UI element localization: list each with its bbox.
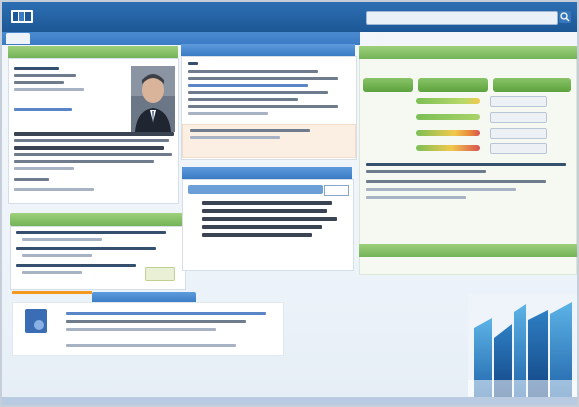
filter-dropdown[interactable] xyxy=(324,185,349,196)
list-item-meta xyxy=(22,271,82,274)
text-line xyxy=(366,163,566,166)
row-label xyxy=(366,98,414,104)
row-label xyxy=(366,114,414,120)
text-line xyxy=(14,178,49,181)
filter-bar[interactable] xyxy=(188,185,323,194)
row-button[interactable] xyxy=(490,128,547,139)
text-line xyxy=(14,74,76,77)
middle-sub-header xyxy=(182,167,352,179)
tab-5[interactable] xyxy=(182,35,234,42)
profile-link[interactable] xyxy=(14,108,72,111)
right-tab-2[interactable] xyxy=(418,78,488,92)
row-label xyxy=(366,145,414,151)
score-bar xyxy=(416,114,480,120)
search-button[interactable] xyxy=(559,11,571,23)
site-title xyxy=(38,13,108,20)
list-item-meta xyxy=(22,238,102,241)
accent-divider xyxy=(12,291,92,294)
tab-3[interactable] xyxy=(80,35,120,42)
tab-4[interactable] xyxy=(130,35,170,42)
text-line xyxy=(202,225,322,229)
magnifier-icon xyxy=(560,12,570,22)
right-tab-1[interactable] xyxy=(363,78,413,92)
logo-mark-icon[interactable] xyxy=(11,10,33,23)
text-line xyxy=(14,160,154,163)
profile-photo xyxy=(131,66,175,132)
row-button[interactable] xyxy=(490,96,547,107)
search-input[interactable] xyxy=(366,11,558,25)
text-line xyxy=(14,167,74,170)
text-line xyxy=(202,217,337,221)
text-line xyxy=(202,233,312,237)
row-button[interactable] xyxy=(490,112,547,123)
browser-frame xyxy=(0,0,579,407)
section-header xyxy=(10,213,185,226)
text-line xyxy=(14,188,94,191)
score-bar xyxy=(416,98,480,104)
right-footer-header xyxy=(359,244,577,257)
tab-2[interactable] xyxy=(38,35,68,42)
text-line xyxy=(202,209,327,213)
tab-7[interactable] xyxy=(302,35,348,42)
city-skyline-image xyxy=(468,294,577,405)
text-line xyxy=(14,153,172,156)
text-line xyxy=(188,105,338,108)
document-icon xyxy=(25,309,47,333)
right-tab-3[interactable] xyxy=(493,78,571,92)
list-item[interactable] xyxy=(16,264,136,267)
text-line xyxy=(188,70,318,73)
list-item[interactable] xyxy=(16,231,166,234)
text-line xyxy=(190,136,280,139)
list-item-meta xyxy=(22,254,92,257)
footer-strip xyxy=(2,397,577,405)
profile-panel-header xyxy=(8,46,178,58)
right-panel-header xyxy=(359,46,577,59)
text-line xyxy=(188,98,298,101)
text-link[interactable] xyxy=(188,84,308,87)
featured-link[interactable] xyxy=(66,312,266,315)
score-bar xyxy=(416,145,480,151)
text-line xyxy=(188,112,268,115)
text-line xyxy=(366,180,546,183)
row-button[interactable] xyxy=(490,143,547,154)
top-bar xyxy=(2,2,577,32)
text-line xyxy=(66,320,246,323)
text-line xyxy=(188,77,338,80)
text-line xyxy=(14,88,84,91)
row-label xyxy=(366,130,414,136)
text-line xyxy=(66,344,236,347)
score-bar xyxy=(416,130,480,136)
text-line xyxy=(14,67,59,70)
text-line xyxy=(366,196,466,199)
text-line xyxy=(366,170,486,173)
list-item[interactable] xyxy=(16,247,156,250)
text-line xyxy=(188,91,328,94)
bullet xyxy=(188,62,198,65)
middle-panel-header xyxy=(181,44,355,56)
text-line xyxy=(14,139,169,142)
text-line xyxy=(202,201,332,205)
tab-home[interactable] xyxy=(6,33,30,44)
more-button[interactable] xyxy=(145,267,175,281)
text-line xyxy=(14,132,174,136)
text-line xyxy=(190,129,310,132)
text-line xyxy=(14,146,164,150)
tab-6[interactable] xyxy=(246,35,291,42)
text-line xyxy=(14,81,64,84)
text-line xyxy=(366,188,516,191)
text-line xyxy=(66,328,216,331)
